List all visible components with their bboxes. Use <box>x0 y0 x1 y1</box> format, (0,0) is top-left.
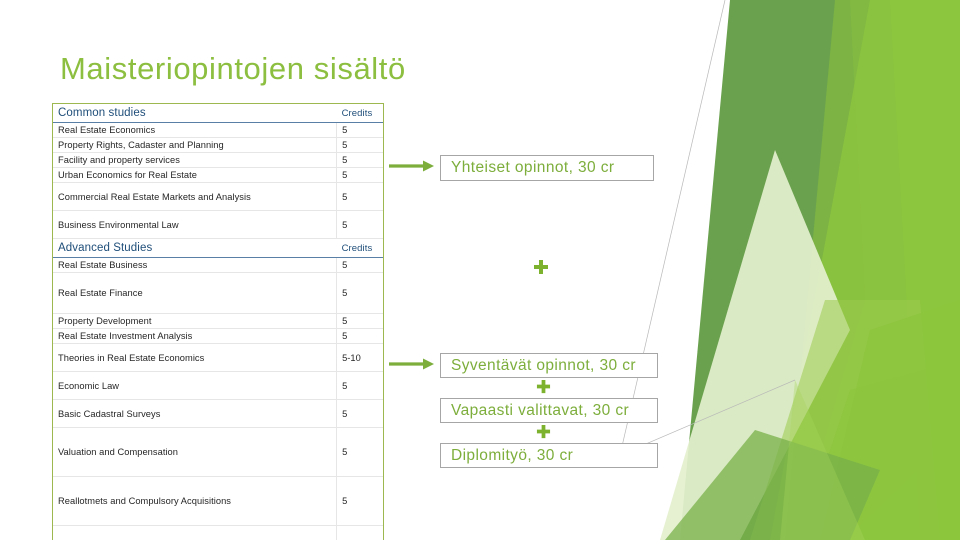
course-name: Urban Economics for Real Estate <box>53 167 337 183</box>
course-name: Theories in Real Estate Economics <box>53 343 337 372</box>
course-credits: 5 <box>336 210 383 239</box>
table-row: Property Rights, Cadaster and Planning 5 <box>53 137 383 153</box>
course-name: Economic Law <box>53 371 337 400</box>
section-header-name: Common studies <box>53 104 337 123</box>
table-row: Real Estate Economics 5 <box>53 122 383 138</box>
plus-icon <box>536 379 551 399</box>
table-row: Basic Cadastral Surveys 5 <box>53 399 383 428</box>
course-table: Common studies Credits Real Estate Economi… <box>52 103 384 540</box>
course-credits: 5 <box>336 427 383 477</box>
table-row: Real Estate Finance 5 <box>53 272 383 314</box>
table-row: Environmental Law5 <box>53 525 383 540</box>
course-credits: 5 <box>336 328 383 344</box>
section-header-credits: Credits <box>336 238 383 258</box>
arrow-right-icon <box>389 159 435 178</box>
table-row: Reallotmets and Compulsory Acquisitions 5 <box>53 476 383 526</box>
course-credits: 5 <box>336 476 383 526</box>
flow-box-common-label: Yhteiset opinnot, 30 cr <box>451 159 615 177</box>
page-title: Maisteriopintojen sisältö <box>60 51 406 86</box>
course-name: Commercial Real Estate Markets and Analy… <box>53 182 337 211</box>
flow-box-advanced-label: Syventävät opinnot, 30 cr <box>451 356 636 374</box>
course-credits: 5 <box>336 525 383 540</box>
course-table-grid: Common studies Credits Real Estate Economi… <box>53 104 383 540</box>
course-credits: 5 <box>336 182 383 211</box>
table-row: Urban Economics for Real Estate 5 <box>53 167 383 183</box>
flow-box-common-studies[interactable]: Yhteiset opinnot, 30 cr <box>440 155 654 181</box>
course-name: Environmental Law <box>53 526 337 540</box>
course-name: Real Estate Finance <box>53 272 337 314</box>
table-row: Theories in Real Estate Economics 5-10 <box>53 343 383 372</box>
course-credits: 5 <box>336 152 383 168</box>
table-row: Facility and property services 5 <box>53 152 383 168</box>
course-name: Valuation and Compensation <box>53 427 337 477</box>
course-name: Real Estate Investment Analysis <box>53 328 337 344</box>
arrow-right-icon <box>389 357 435 376</box>
course-credits: 5-10 <box>336 343 383 372</box>
course-name: Property Development <box>53 313 337 329</box>
course-name: Real Estate Economics <box>53 122 337 138</box>
table-row: Property Development 5 <box>53 313 383 329</box>
table-section-header: Common studies Credits <box>53 104 383 123</box>
slide-canvas: Maisteriopintojen sisältö Common studies… <box>0 0 960 540</box>
table-section-header: Advanced Studies Credits <box>53 238 383 258</box>
flow-box-elective-studies[interactable]: Vapaasti valittavat, 30 cr <box>440 398 658 423</box>
course-name: Facility and property services <box>53 152 337 168</box>
table-row: Real Estate Business 5 <box>53 257 383 273</box>
course-credits: 5 <box>336 137 383 153</box>
decorative-background <box>620 0 960 540</box>
table-row: Valuation and Compensation 5 <box>53 427 383 477</box>
table-row: Business Environmental Law 5 <box>53 210 383 239</box>
course-name: Real Estate Business <box>53 257 337 273</box>
course-name: Business Environmental Law <box>53 210 337 239</box>
flow-box-elective-label: Vapaasti valittavat, 30 cr <box>451 401 630 419</box>
flow-box-advanced-studies[interactable]: Syventävät opinnot, 30 cr <box>440 353 658 378</box>
section-header-credits: Credits <box>336 104 383 123</box>
section-header-name: Advanced Studies <box>53 238 337 258</box>
flow-box-thesis-label: Diplomityö, 30 cr <box>451 446 574 464</box>
plus-icon <box>533 259 549 280</box>
course-name: Property Rights, Cadaster and Planning <box>53 137 337 153</box>
table-row: Economic Law 5 <box>53 371 383 400</box>
course-name: Reallotmets and Compulsory Acquisitions <box>53 476 337 526</box>
plus-icon <box>536 424 551 444</box>
course-credits: 5 <box>336 122 383 138</box>
table-row: Real Estate Investment Analysis 5 <box>53 328 383 344</box>
course-credits: 5 <box>336 272 383 314</box>
table-row: Commercial Real Estate Markets and Analy… <box>53 182 383 211</box>
flow-box-thesis[interactable]: Diplomityö, 30 cr <box>440 443 658 468</box>
course-credits: 5 <box>336 399 383 428</box>
course-credits: 5 <box>336 371 383 400</box>
course-credits: 5 <box>336 313 383 329</box>
course-credits: 5 <box>336 257 383 273</box>
course-name: Basic Cadastral Surveys <box>53 399 337 428</box>
course-credits: 5 <box>336 167 383 183</box>
